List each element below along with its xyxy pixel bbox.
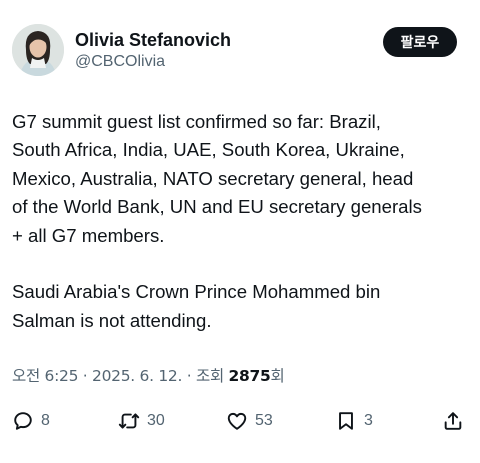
- share-button[interactable]: [442, 403, 464, 439]
- like-count: 53: [255, 412, 273, 429]
- reply-icon: [14, 412, 32, 430]
- avatar-photo: [12, 24, 64, 76]
- author-names: Olivia Stefanovich @CBCOlivia: [75, 29, 231, 72]
- reply-count: 8: [41, 412, 50, 429]
- author-display-name[interactable]: Olivia Stefanovich: [75, 29, 231, 51]
- bookmark-button[interactable]: 3: [335, 403, 373, 439]
- action-bar: 8 30 53 3: [12, 403, 470, 439]
- tweet-timestamp[interactable]: 오전 6:25 · 2025. 6. 12. · 조회: [12, 367, 229, 385]
- tweet-text: G7 summit guest list confirmed so far: B…: [12, 111, 422, 331]
- follow-button[interactable]: 팔로우: [383, 27, 457, 57]
- like-button[interactable]: 53: [226, 403, 273, 439]
- avatar[interactable]: [12, 24, 64, 76]
- view-count: 2875: [228, 367, 271, 385]
- bookmark-icon: [339, 412, 353, 430]
- tweet-header: Olivia Stefanovich @CBCOlivia 팔로우: [12, 22, 468, 82]
- repost-button[interactable]: 30: [118, 403, 165, 439]
- bookmark-count: 3: [364, 412, 373, 429]
- reply-button[interactable]: 8: [12, 403, 50, 439]
- view-count-suffix: 회: [270, 367, 285, 385]
- tweet-meta: 오전 6:25 · 2025. 6. 12. · 조회 2875회: [12, 366, 285, 386]
- author-handle[interactable]: @CBCOlivia: [75, 52, 231, 72]
- repost-count: 30: [147, 412, 165, 429]
- like-icon: [227, 412, 247, 430]
- repost-icon: [118, 413, 140, 429]
- share-icon: [444, 412, 462, 430]
